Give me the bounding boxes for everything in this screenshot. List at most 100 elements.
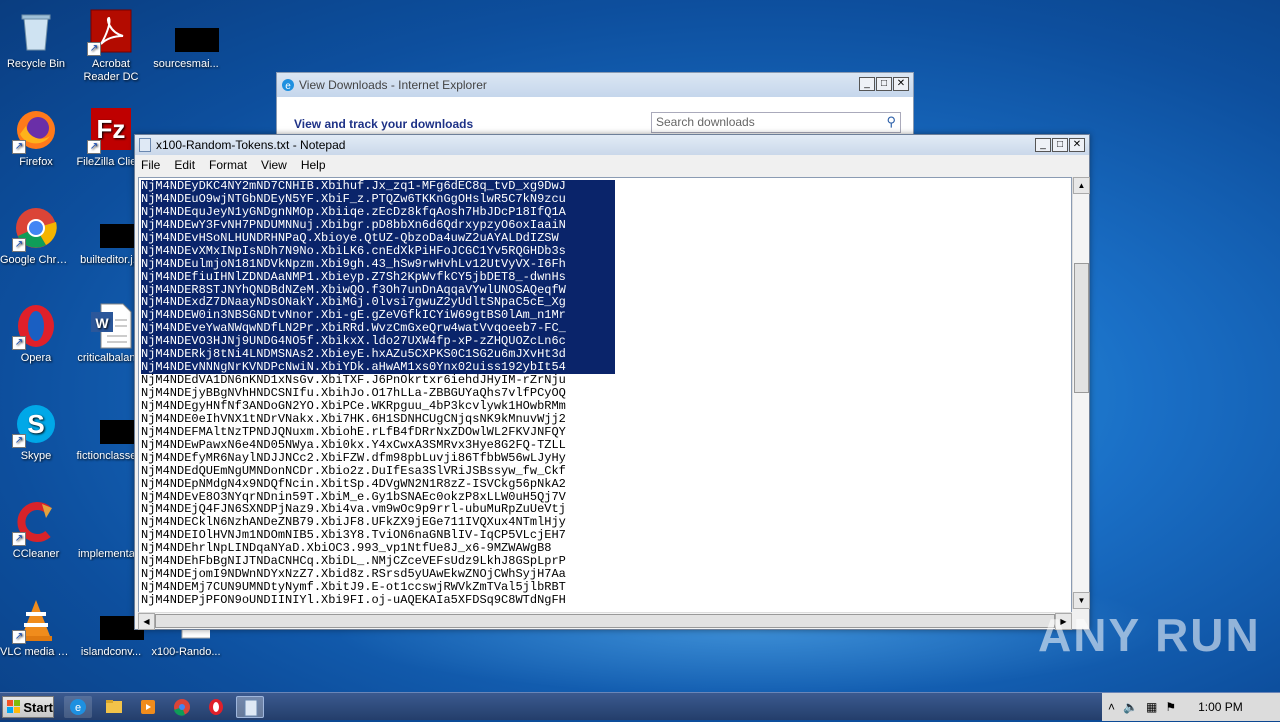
ie-downloads-heading: View and track your downloads bbox=[294, 117, 474, 131]
ie-logo-icon: e bbox=[282, 79, 294, 92]
maximize-button[interactable]: □ bbox=[876, 77, 892, 91]
start-button[interactable]: Start bbox=[2, 696, 54, 718]
ie-title-bar[interactable]: e View Downloads - Internet Explorer _ □… bbox=[277, 73, 913, 97]
text-lines: NjM4NDEyDKC4NY2mND7CNHIB.Xbihuf.Jx_zq1-M… bbox=[141, 180, 615, 607]
close-button[interactable]: ✕ bbox=[1069, 138, 1085, 152]
windows-logo-icon bbox=[7, 700, 21, 714]
taskbar-chrome-button[interactable] bbox=[168, 696, 196, 718]
text-line: NjM4NDEvHSoNLHUNDRHNPaQ.Xbioye.QtUZ-Qbzo… bbox=[141, 231, 615, 245]
desktop-icon-label: CCleaner bbox=[12, 548, 60, 560]
svg-text:S: S bbox=[27, 409, 44, 439]
taskbar-notepad-button[interactable] bbox=[236, 696, 264, 718]
ie-icon: e bbox=[70, 699, 86, 715]
anyrun-watermark: ANY RUN bbox=[1038, 609, 1261, 661]
text-line: NjM4NDE0eIhVNX1tNDrVNakx.Xbi7HK.6H1SDNHC… bbox=[141, 411, 566, 426]
minimize-button[interactable]: _ bbox=[1035, 138, 1051, 152]
text-line: NjM4NDEulmjoN181NDVkNpzm.Xbi9gh.43_hSw9r… bbox=[141, 257, 615, 271]
maximize-button[interactable]: □ bbox=[1052, 138, 1068, 152]
desktop-icon-label: Opera bbox=[20, 352, 52, 364]
folder-icon bbox=[106, 700, 122, 713]
shortcut-arrow-icon: ↗ bbox=[12, 630, 26, 644]
file-icon bbox=[87, 204, 144, 252]
scroll-up-arrow-icon[interactable]: ▲ bbox=[1073, 177, 1090, 194]
desktop-icon-label: sourcesmai... bbox=[153, 58, 219, 70]
text-line: NjM4NDEpNMdgN4x9NDQfNcin.XbitSp.4DVgWN2N… bbox=[141, 476, 566, 491]
desktop-icon-acrobat-reader[interactable]: ↗ Acrobat Reader DC bbox=[75, 8, 147, 84]
text-line: NjM4NDEyDKC4NY2mND7CNHIB.Xbihuf.Jx_zq1-M… bbox=[141, 180, 615, 193]
text-line: NjM4NDEfyMR6NaylNDJJNCc2.XbiFZW.dfm98pbL… bbox=[141, 450, 566, 465]
tray-expand-icon[interactable]: ˄ bbox=[1108, 700, 1115, 714]
desktop-icon-firefox[interactable]: ↗ Firefox bbox=[0, 106, 72, 169]
network-icon[interactable]: ▦ bbox=[1146, 700, 1157, 714]
text-line: NjM4NDEuO9wjNTGbNDEyN5YF.XbiF_z.PTQZw6TK… bbox=[141, 192, 615, 206]
media-player-icon bbox=[141, 700, 155, 714]
menu-file[interactable]: File bbox=[141, 158, 160, 172]
text-line: NjM4NDEdQUEmNgUMNDonNCDr.Xbio2z.DuIfEsa3… bbox=[141, 463, 566, 478]
desktop-icon-label: islandconv... bbox=[80, 646, 142, 658]
desktop-icon-vlc[interactable]: ↗ VLC media player bbox=[0, 596, 72, 659]
firefox-icon: ↗ bbox=[12, 106, 60, 154]
taskbar-explorer-button[interactable] bbox=[100, 696, 128, 718]
search-downloads-input[interactable]: Search downloads ⚲ bbox=[651, 112, 901, 133]
text-line: NjM4NDEjyBBgNVhHNDCSNIfu.XbihJo.O17hLLa-… bbox=[141, 386, 566, 400]
menu-help[interactable]: Help bbox=[301, 158, 326, 172]
ccleaner-icon: ↗ bbox=[12, 498, 60, 546]
shortcut-arrow-icon: ↗ bbox=[12, 140, 26, 154]
desktop-icon-label: Google Chrome bbox=[0, 254, 72, 266]
desktop-icon-label: Recycle Bin bbox=[6, 58, 66, 70]
menu-edit[interactable]: Edit bbox=[174, 158, 195, 172]
notepad-window[interactable]: x100-Random-Tokens.txt - Notepad _ □ ✕ F… bbox=[134, 134, 1090, 630]
vertical-scrollbar[interactable]: ▲ ▼ bbox=[1072, 177, 1090, 609]
notepad-icon bbox=[139, 138, 151, 152]
clock[interactable]: 1:00 PM bbox=[1198, 700, 1243, 714]
search-placeholder: Search downloads bbox=[656, 115, 755, 129]
desktop-icon-label: x100-Rando... bbox=[151, 646, 221, 658]
desktop-icon-recycle-bin[interactable]: Recycle Bin bbox=[0, 8, 72, 71]
file-icon bbox=[87, 400, 144, 448]
scroll-down-arrow-icon[interactable]: ▼ bbox=[1073, 592, 1090, 609]
taskbar-ie-button[interactable]: e bbox=[64, 696, 92, 718]
ie-window-controls: _ □ ✕ bbox=[859, 77, 909, 91]
taskbar: Start e ˄ 🔈 ▦ ⚑ 1:00 PM bbox=[0, 692, 1280, 721]
chrome-icon: ↗ bbox=[12, 204, 60, 252]
vertical-scroll-thumb[interactable] bbox=[1074, 263, 1089, 393]
desktop-icon-opera[interactable]: ↗ Opera bbox=[0, 302, 72, 365]
notepad-text-area[interactable]: NjM4NDEyDKC4NY2mND7CNHIB.Xbihuf.Jx_zq1-M… bbox=[138, 177, 1072, 613]
horizontal-scroll-thumb[interactable] bbox=[155, 614, 1055, 628]
search-icon[interactable]: ⚲ bbox=[886, 114, 896, 130]
notepad-title-bar[interactable]: x100-Random-Tokens.txt - Notepad _ □ ✕ bbox=[135, 135, 1089, 155]
ie-downloads-window[interactable]: e View Downloads - Internet Explorer _ □… bbox=[276, 72, 914, 142]
volume-icon[interactable]: 🔈 bbox=[1123, 700, 1138, 714]
notepad-window-controls: _ □ ✕ bbox=[1035, 138, 1085, 152]
ie-window-title: View Downloads - Internet Explorer bbox=[299, 78, 487, 92]
opera-icon bbox=[209, 699, 223, 715]
minimize-button[interactable]: _ bbox=[859, 77, 875, 91]
file-icon bbox=[87, 596, 144, 644]
text-line: NjM4NDEvXMxINpIsNDh7N9No.XbiLK6.cnEdXkPi… bbox=[141, 244, 615, 258]
acrobat-icon: ↗ bbox=[87, 8, 135, 56]
close-button[interactable]: ✕ bbox=[893, 77, 909, 91]
desktop-icon-label: Acrobat Reader DC bbox=[83, 58, 139, 83]
menu-view[interactable]: View bbox=[261, 158, 287, 172]
svg-text:e: e bbox=[285, 81, 291, 92]
action-center-flag-icon[interactable]: ⚑ bbox=[1165, 700, 1176, 714]
shortcut-arrow-icon: ↗ bbox=[87, 42, 101, 56]
text-line: NjM4NDEFMAltNzTPNDJQNuxm.XbiohE.rLfB4fDR… bbox=[141, 424, 566, 439]
desktop-icon-label: VLC media player bbox=[0, 646, 72, 658]
taskbar-media-player-button[interactable] bbox=[134, 696, 162, 718]
notepad-icon bbox=[244, 699, 258, 717]
taskbar-opera-button[interactable] bbox=[202, 696, 230, 718]
skype-icon: S ↗ bbox=[12, 400, 60, 448]
desktop-icon-google-chrome[interactable]: ↗ Google Chrome bbox=[0, 204, 72, 267]
menu-format[interactable]: Format bbox=[209, 158, 247, 172]
opera-icon: ↗ bbox=[12, 302, 60, 350]
shortcut-arrow-icon: ↗ bbox=[12, 336, 26, 350]
text-line: NjM4NDEPjPFON9oUNDIINIYl.Xbi9FI.oj-uAQEK… bbox=[141, 593, 566, 607]
start-label: Start bbox=[23, 699, 53, 715]
scroll-left-arrow-icon[interactable]: ◀ bbox=[138, 613, 155, 630]
desktop-icon-sourcesmai[interactable]: sourcesmai... bbox=[150, 8, 222, 71]
horizontal-scrollbar[interactable]: ◀ ▶ bbox=[138, 612, 1072, 630]
desktop-icon-ccleaner[interactable]: ↗ CCleaner bbox=[0, 498, 72, 561]
vlc-icon: ↗ bbox=[12, 596, 60, 644]
desktop-icon-skype[interactable]: S ↗ Skype bbox=[0, 400, 72, 463]
